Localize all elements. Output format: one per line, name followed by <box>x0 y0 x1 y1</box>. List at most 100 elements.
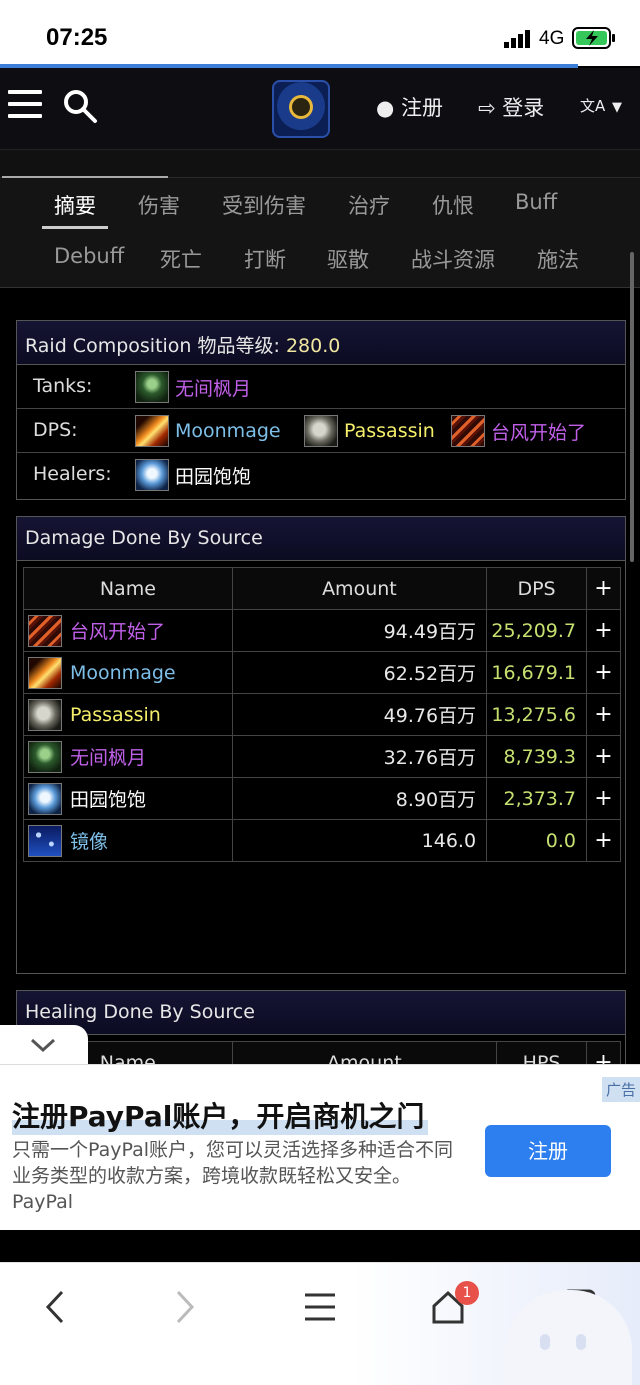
notification-badge: 1 <box>455 1281 479 1305</box>
expand-row-button[interactable]: + <box>586 609 621 652</box>
class-icon <box>28 824 62 857</box>
table-row[interactable]: Passassin 49.76百万 13,275.6 + <box>23 693 621 736</box>
chevron-down-icon <box>30 1038 56 1053</box>
expand-all-button[interactable]: + <box>586 567 621 610</box>
druid-tree-icon <box>135 371 169 403</box>
tanks-row: Tanks: 无间枫月 <box>17 365 625 409</box>
hamburger-menu-icon[interactable] <box>8 90 42 120</box>
site-header: ● 注册 ⇨ 登录 文A ▼ <box>0 68 640 150</box>
claw-strike-icon <box>451 415 485 447</box>
signal-icon <box>504 30 530 48</box>
row-amount: 146.0 <box>231 819 488 862</box>
menu-icon[interactable] <box>302 1289 338 1325</box>
row-dps: 13,275.6 <box>486 693 588 736</box>
expand-row-button[interactable]: + <box>586 819 621 862</box>
fireball-icon <box>135 415 169 447</box>
forward-icon[interactable] <box>170 1289 200 1325</box>
class-icon <box>28 698 62 731</box>
clock: 07:25 <box>46 24 108 51</box>
row-name-cell[interactable]: 无间枫月 <box>23 735 233 778</box>
shield-bash-icon <box>304 415 338 447</box>
table-row[interactable]: Moonmage 62.52百万 16,679.1 + <box>23 651 621 694</box>
row-name-cell[interactable]: Moonmage <box>23 651 233 694</box>
col-name[interactable]: Name <box>23 567 233 610</box>
damage-done-panel: Damage Done By Source Name Amount DPS + … <box>16 516 626 974</box>
caret-down-icon: ▼ <box>611 100 622 115</box>
network-type: 4G <box>539 28 565 49</box>
class-icon <box>28 656 62 689</box>
row-amount: 49.76百万 <box>231 693 488 736</box>
tab-threat[interactable]: 仇恨 <box>432 190 474 220</box>
healers-row: Healers: 田园饱饱 <box>17 453 625 497</box>
row-amount: 32.76百万 <box>231 735 488 778</box>
class-icon <box>28 614 62 647</box>
register-link[interactable]: ● 注册 <box>376 92 443 122</box>
battery-charging-icon <box>572 27 615 49</box>
language-selector[interactable]: 文A ▼ <box>580 92 622 116</box>
row-dps: 8,739.3 <box>486 735 588 778</box>
panel-title: Healing Done By Source <box>17 991 625 1035</box>
back-icon[interactable] <box>40 1289 70 1325</box>
actor-link[interactable]: 台风开始了 <box>451 415 586 447</box>
actor-link[interactable]: Moonmage <box>135 415 281 447</box>
report-tabs: 摘要 伤害 受到伤害 治疗 仇恨 Buff Debuff 死亡 打断 驱散 战斗… <box>0 178 640 288</box>
login-link[interactable]: ⇨ 登录 <box>478 92 544 122</box>
col-amount[interactable]: Amount <box>231 567 488 610</box>
tab-buffs[interactable]: Buff <box>515 190 557 214</box>
expand-row-button[interactable]: + <box>586 693 621 736</box>
class-icon <box>28 782 62 815</box>
row-dps: 16,679.1 <box>486 651 588 694</box>
ad-title[interactable]: 注册PayPal账户，开启商机之门 <box>12 1095 429 1135</box>
dps-row: DPS: Moonmage Passassin 台风开始了 <box>17 409 625 453</box>
panel-title: Raid Composition 物品等级: 280.0 <box>17 321 625 365</box>
tab-damage-taken[interactable]: 受到伤害 <box>222 190 306 220</box>
class-icon <box>28 740 62 773</box>
row-dps: 2,373.7 <box>486 777 588 820</box>
table-row[interactable]: 镜像 146.0 0.0 + <box>23 819 621 862</box>
actor-link[interactable]: 田园饱饱 <box>135 459 251 491</box>
tab-resources[interactable]: 战斗资源 <box>411 244 495 274</box>
sign-in-icon: ⇨ <box>478 96 496 120</box>
expand-row-button[interactable]: + <box>586 651 621 694</box>
tab-healing[interactable]: 治疗 <box>348 190 390 220</box>
status-bar: 07:25 4G <box>0 0 640 66</box>
row-name-cell[interactable]: 台风开始了 <box>23 609 233 652</box>
row-dps: 0.0 <box>486 819 588 862</box>
search-icon[interactable] <box>62 88 98 124</box>
row-amount: 62.52百万 <box>231 651 488 694</box>
ad-badge: 广告 <box>601 1077 640 1102</box>
scrollbar[interactable] <box>630 252 634 562</box>
expand-row-button[interactable]: + <box>586 735 621 778</box>
damage-table: Name Amount DPS + 台风开始了 94.49百万 25,209.7 + M… <box>23 567 621 862</box>
row-amount: 94.49百万 <box>231 609 488 652</box>
table-row[interactable]: 台风开始了 94.49百万 25,209.7 + <box>23 609 621 652</box>
tab-debuffs[interactable]: Debuff <box>54 244 124 268</box>
col-dps[interactable]: DPS <box>486 567 588 610</box>
ad-body: 只需一个PayPal账户，您可以灵活选择多种适合不同业务类型的收款方案，跨境收款… <box>12 1139 454 1213</box>
table-row[interactable]: 无间枫月 32.76百万 8,739.3 + <box>23 735 621 778</box>
ad-banner[interactable]: 广告 注册PayPal账户，开启商机之门 只需一个PayPal账户，您可以灵活选… <box>0 1064 640 1230</box>
row-amount: 8.90百万 <box>231 777 488 820</box>
tab-dispels[interactable]: 驱散 <box>327 244 369 274</box>
ad-collapse-button[interactable] <box>0 1025 88 1069</box>
panel-title: Damage Done By Source <box>17 517 625 561</box>
tab-casts[interactable]: 施法 <box>537 244 579 274</box>
tab-deaths[interactable]: 死亡 <box>160 244 202 274</box>
translate-icon: 文A <box>580 97 606 115</box>
actor-link[interactable]: 无间枫月 <box>135 371 251 403</box>
row-name-cell[interactable]: Passassin <box>23 693 233 736</box>
ad-register-button[interactable]: 注册 <box>485 1125 611 1177</box>
row-dps: 25,209.7 <box>486 609 588 652</box>
user-icon: ● <box>376 96 395 120</box>
tab-interrupts[interactable]: 打断 <box>244 244 286 274</box>
tab-summary[interactable]: 摘要 <box>42 190 108 229</box>
actor-link[interactable]: Passassin <box>304 415 435 447</box>
tab-damage[interactable]: 伤害 <box>138 190 180 220</box>
row-name-cell[interactable]: 田园饱饱 <box>23 777 233 820</box>
holy-priest-icon <box>135 459 169 491</box>
expand-row-button[interactable]: + <box>586 777 621 820</box>
alliance-logo[interactable] <box>272 80 330 138</box>
raid-composition-panel: Raid Composition 物品等级: 280.0 Tanks: 无间枫月… <box>16 320 626 500</box>
row-name-cell[interactable]: 镜像 <box>23 819 233 862</box>
table-row[interactable]: 田园饱饱 8.90百万 2,373.7 + <box>23 777 621 820</box>
